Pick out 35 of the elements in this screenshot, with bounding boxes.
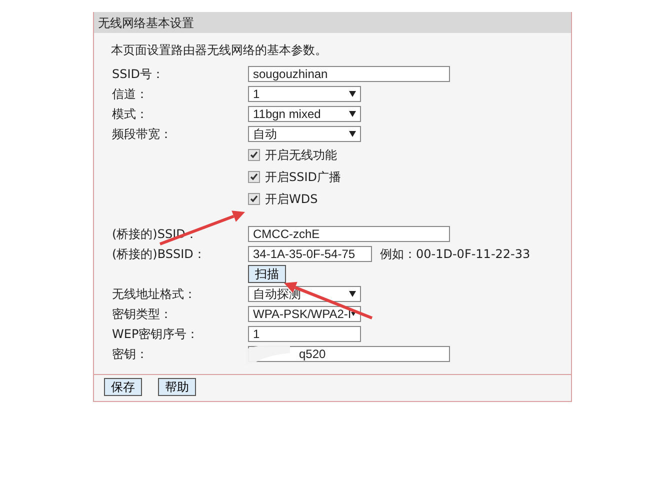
input-field[interactable]: sougouzhinan: [248, 66, 450, 82]
checkbox[interactable]: [248, 193, 260, 205]
caret-icon: [349, 131, 356, 137]
select-field[interactable]: 11bgn mixed: [248, 106, 361, 122]
field-label: 无线地址格式：: [112, 286, 197, 302]
select-field[interactable]: 自动: [248, 126, 361, 142]
panel-description: 本页面设置路由器无线网络的基本参数。: [111, 43, 327, 57]
caret-icon: [349, 91, 356, 97]
panel-title: 无线网络基本设置: [94, 12, 571, 33]
scan-button[interactable]: 扫描: [248, 265, 286, 283]
caret-icon: [349, 111, 356, 117]
field-label: 信道：: [112, 86, 149, 102]
field-label: (桥接的)BSSID：: [112, 246, 206, 262]
field-label: 频段带宽：: [112, 126, 173, 142]
input-field[interactable]: CMCC-zchE: [248, 226, 450, 242]
field-label: 密钥：: [112, 346, 149, 362]
field-label: 模式：: [112, 106, 149, 122]
select-field[interactable]: WPA-PSK/WPA2-I: [248, 306, 361, 322]
field-label: SSID号：: [112, 66, 166, 82]
checkbox[interactable]: [248, 149, 260, 161]
checkbox-label: 开启WDS: [265, 190, 318, 208]
example-hint: 例如：00-1D-0F-11-22-33: [380, 246, 530, 262]
field-label: WEP密钥序号：: [112, 326, 200, 342]
input-field[interactable]: 1: [248, 326, 361, 342]
save-button[interactable]: 保存: [104, 378, 142, 396]
input-field[interactable]: 34-1A-35-0F-54-75: [248, 246, 372, 262]
smudge-drawing: [246, 344, 290, 365]
field-label: 密钥类型：: [112, 306, 173, 322]
checkbox-label: 开启无线功能: [265, 146, 337, 164]
help-button[interactable]: 帮助: [158, 378, 196, 396]
checkbox[interactable]: [248, 171, 260, 183]
checkbox-label: 开启SSID广播: [265, 168, 342, 186]
caret-icon: [349, 291, 356, 297]
caret-icon: [351, 311, 356, 317]
select-field[interactable]: 1: [248, 86, 361, 102]
